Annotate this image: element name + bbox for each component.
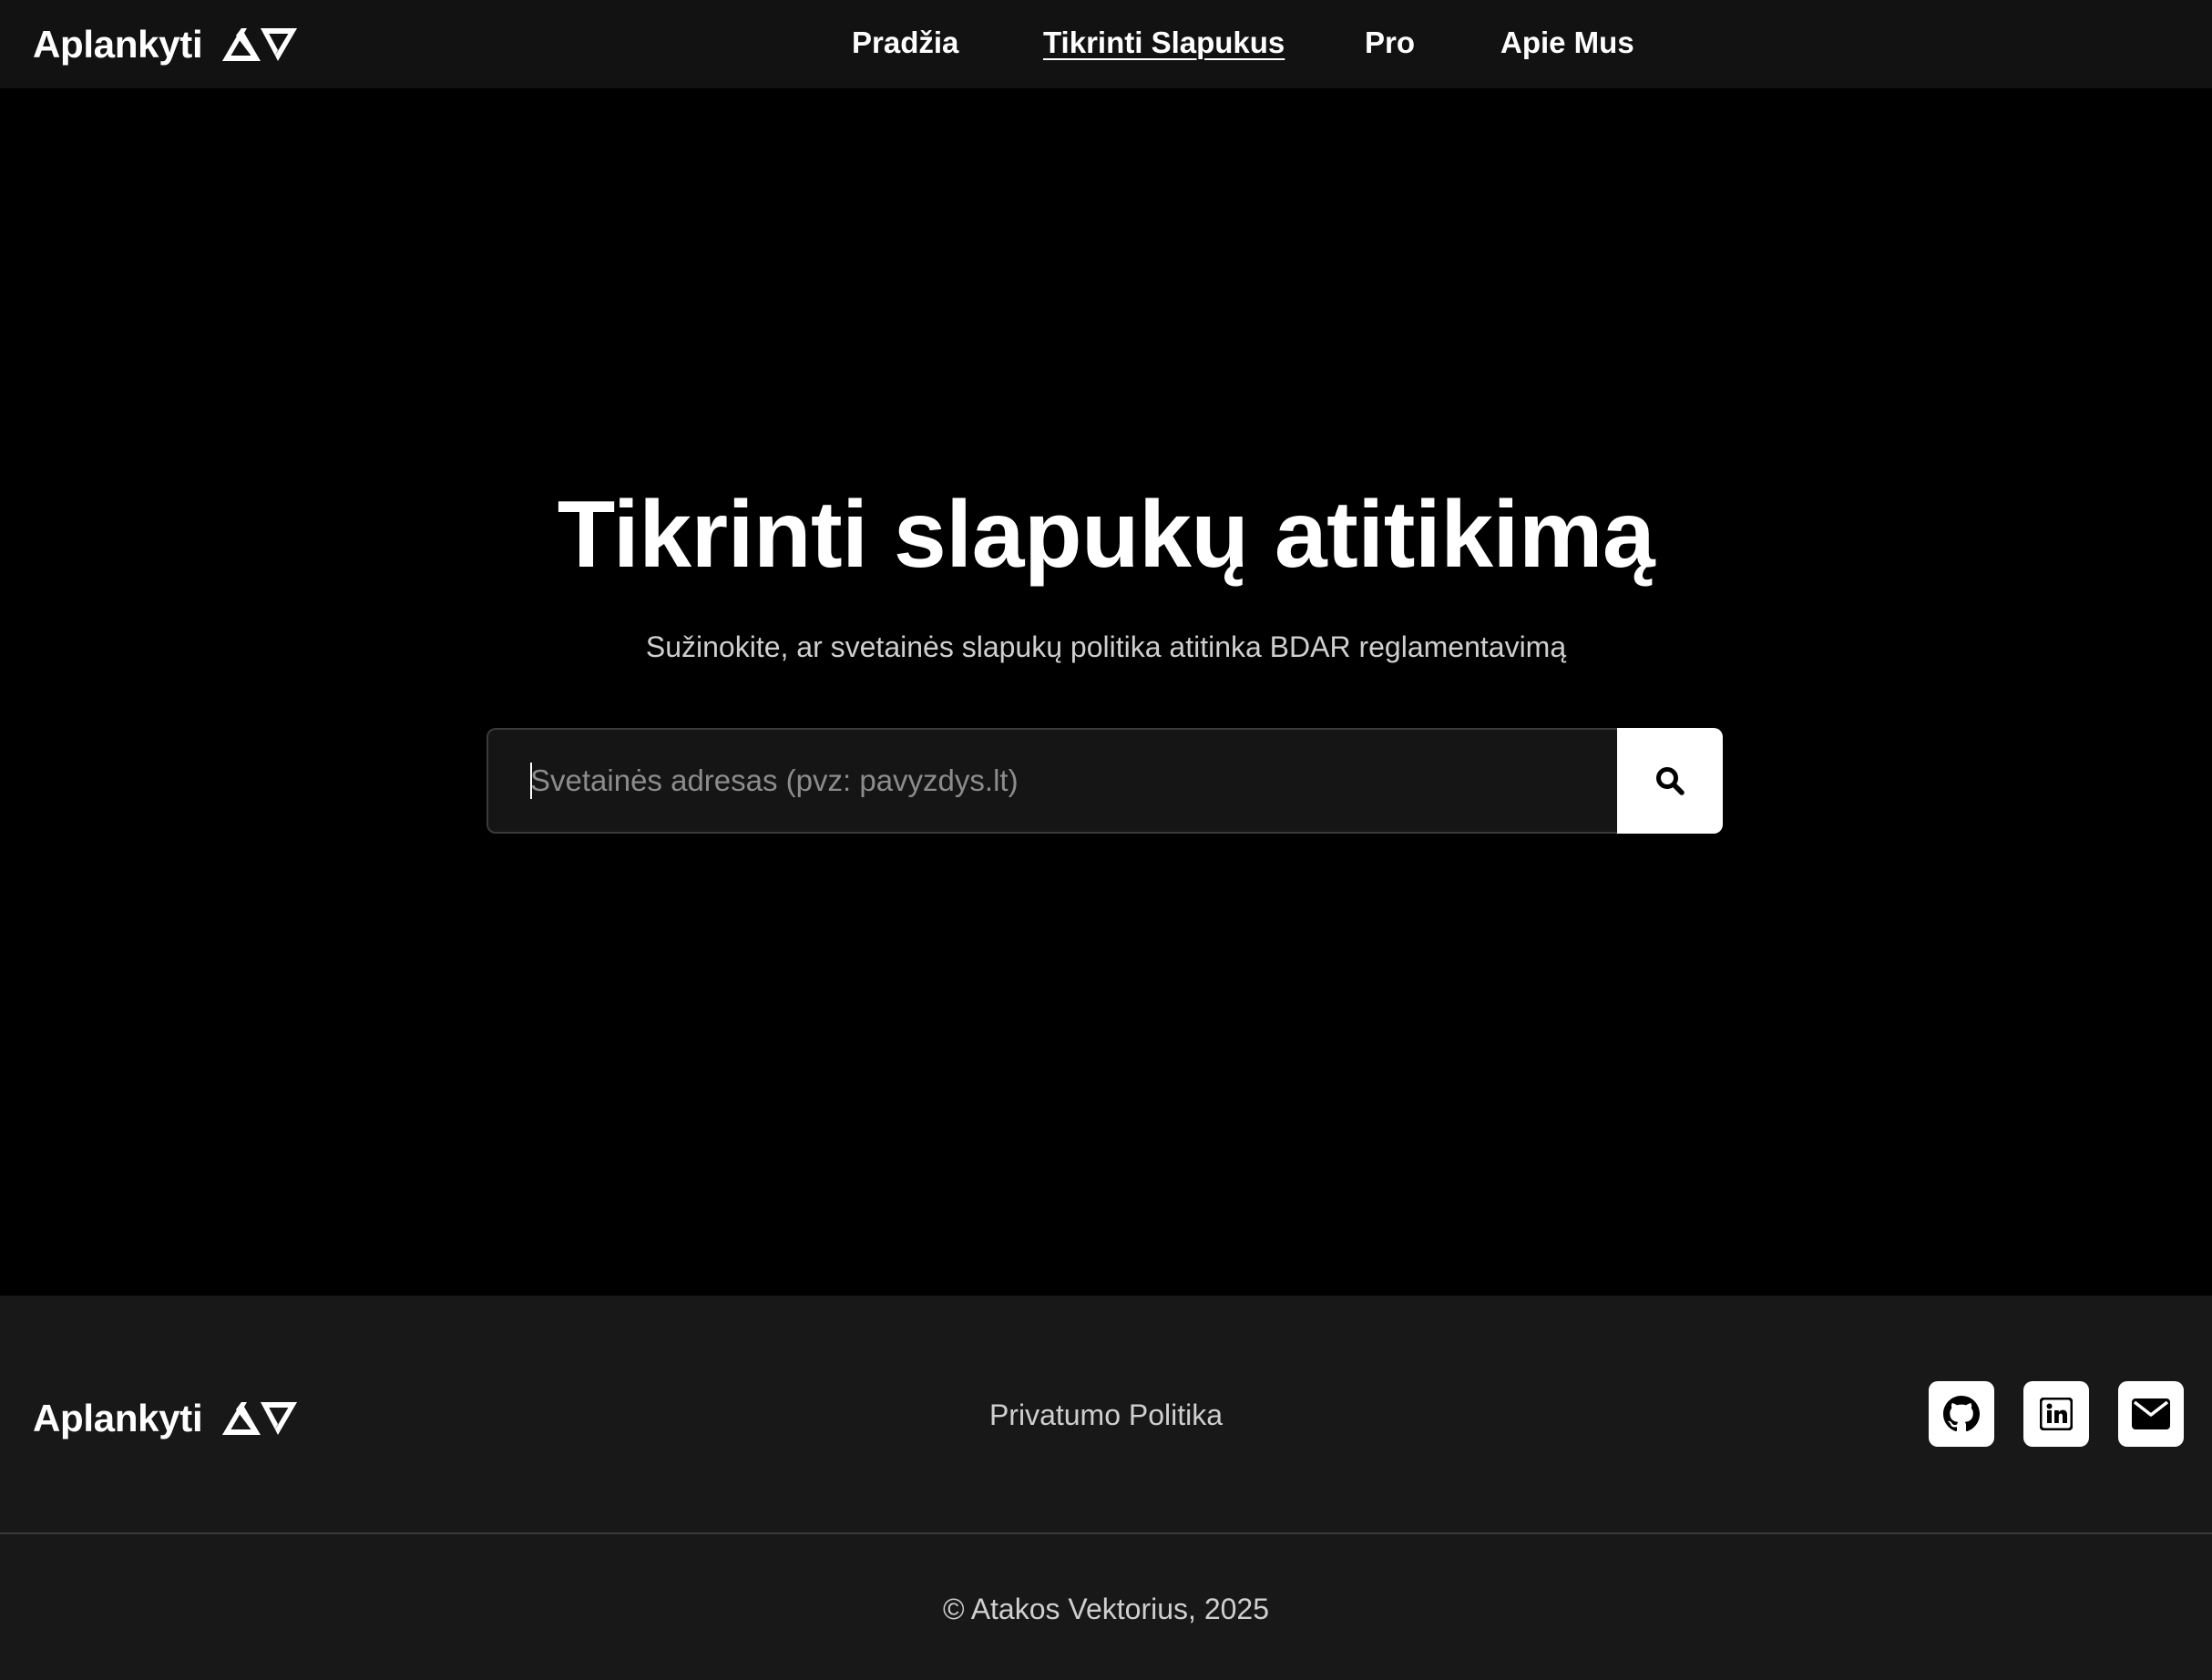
- text-cursor: [530, 763, 532, 799]
- github-icon: [1943, 1396, 1980, 1432]
- email-link[interactable]: [2118, 1381, 2184, 1447]
- nav-link-check-cookies[interactable]: Tikrinti Slapukus: [1043, 0, 1285, 85]
- linkedin-icon: [2040, 1398, 2073, 1430]
- footer-divider: [0, 1532, 2212, 1534]
- footer-brand-name: Aplankyti: [33, 1397, 203, 1439]
- search-button[interactable]: [1617, 728, 1723, 834]
- nav-link-pro[interactable]: Pro: [1365, 0, 1415, 85]
- page-subtitle: Sužinokite, ar svetainės slapukų politik…: [645, 630, 1567, 663]
- email-icon: [2132, 1398, 2170, 1429]
- nav-link-about[interactable]: Apie Mus: [1500, 0, 1634, 85]
- page-title: Tikrinti slapukų atitikimą: [557, 482, 1655, 588]
- copyright-text: © Atakos Vektorius, 2025: [942, 1593, 1269, 1625]
- website-url-input[interactable]: [486, 728, 1617, 834]
- site-footer: Aplankyti Privatumo Politika © Atakos Ve…: [0, 1296, 2212, 1680]
- main-nav: Pradžia Tikrinti Slapukus Pro Apie Mus: [0, 0, 2212, 88]
- linkedin-link[interactable]: [2023, 1381, 2089, 1447]
- footer-brand-logo-icon: [222, 1402, 298, 1435]
- footer-brand-link[interactable]: Aplankyti: [33, 1391, 298, 1446]
- search-icon: [1656, 767, 1685, 795]
- privacy-policy-container: Privatumo Politika: [0, 1395, 2212, 1435]
- privacy-policy-link[interactable]: Privatumo Politika: [989, 1398, 1223, 1431]
- github-link[interactable]: [1929, 1381, 1994, 1447]
- hero-section: Tikrinti slapukų atitikimą Sužinokite, a…: [0, 88, 2212, 1296]
- search-form: [486, 728, 1723, 834]
- site-header: Aplankyti Pradžia Tikrinti Slapukus Pro …: [0, 0, 2212, 88]
- nav-link-home[interactable]: Pradžia: [852, 0, 958, 85]
